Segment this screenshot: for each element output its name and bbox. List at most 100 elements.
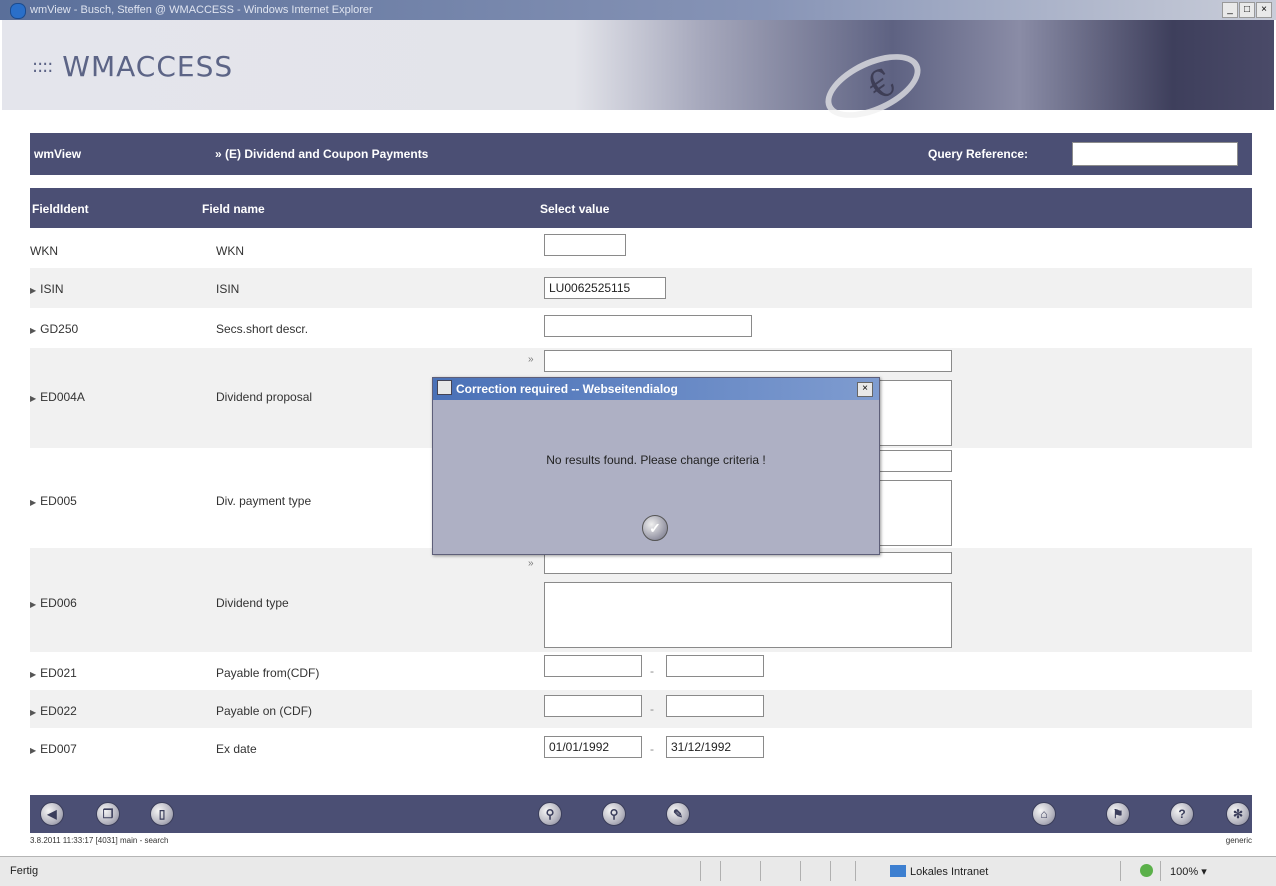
column-header-select-value: Select value <box>540 202 610 216</box>
dialog-titlebar: Correction required -- Webseitendialog <box>433 378 879 400</box>
isin-input[interactable]: LU0062525115 <box>544 277 666 299</box>
field-name: Payable on (CDF) <box>216 704 313 718</box>
column-header-field-name: Field name <box>202 202 265 216</box>
query-reference-label: Query Reference: <box>928 147 1029 161</box>
table-row: ▶ ED021 Payable from(CDF) - <box>30 652 1252 690</box>
zoom-level[interactable]: 100% ▾ <box>1170 865 1207 878</box>
field-name: Dividend proposal <box>216 390 313 404</box>
browser-status-bar: Fertig Lokales Intranet 100% ▾ <box>0 856 1276 886</box>
table-row: ▶ ED006 Dividend type » <box>30 548 1252 652</box>
dialog-close-button[interactable]: × <box>857 382 873 397</box>
app-name: wmView <box>34 147 82 161</box>
payable-from-start-input[interactable] <box>544 655 642 677</box>
table-row: ▶ ISIN ISIN LU0062525115 <box>30 268 1252 308</box>
table-row: ▶ GD250 Secs.short descr. <box>30 308 1252 348</box>
field-name: Div. payment type <box>216 494 312 508</box>
copy-icon[interactable]: ❐ <box>96 802 120 826</box>
logo-text: WMACCESS <box>62 50 234 83</box>
field-ident: ▶ ED006 <box>30 596 77 610</box>
field-name: Payable from(CDF) <box>216 666 320 680</box>
app-status-right: generic <box>1225 836 1252 845</box>
expand-arrow-icon[interactable]: ▶ <box>30 394 36 403</box>
dividend-proposal-input[interactable] <box>544 350 952 372</box>
logo: :::: WMACCESS <box>32 50 233 83</box>
field-ident: ▶ GD250 <box>30 322 79 336</box>
help-icon[interactable]: ? <box>1170 802 1194 826</box>
home-icon[interactable]: ⌂ <box>1032 802 1056 826</box>
window-title: wmView - Busch, Steffen @ WMACCESS - Win… <box>30 4 373 16</box>
short-description-input[interactable] <box>544 315 752 337</box>
ok-button[interactable]: ✓ <box>642 515 668 541</box>
status-divider <box>720 861 721 881</box>
field-ident: ▶ ED021 <box>30 666 77 680</box>
expand-arrow-icon[interactable]: ▶ <box>30 670 36 679</box>
browser-status-text: Fertig <box>10 865 39 877</box>
field-ident: ▶ ED022 <box>30 704 77 718</box>
zoom-icon[interactable]: ⚲ <box>602 802 626 826</box>
minimize-button[interactable]: _ <box>1222 2 1238 18</box>
back-icon[interactable]: ◀ <box>40 802 64 826</box>
table-header: FieldIdent Field name Select value <box>30 188 1252 228</box>
field-ident: ▶ ISIN <box>30 282 64 296</box>
dialog-message: No results found. Please change criteria… <box>546 453 766 467</box>
column-header-fieldident: FieldIdent <box>32 202 89 216</box>
app-status-line: 3.8.2011 11:33:17 [4031] main - search g… <box>30 836 1252 848</box>
field-ident: ▶ ED004A <box>30 390 85 404</box>
expand-arrow-icon[interactable]: ▶ <box>30 326 36 335</box>
query-reference-input[interactable] <box>1072 142 1238 166</box>
payable-on-start-input[interactable] <box>544 695 642 717</box>
table-row: ▶ ED022 Payable on (CDF) - <box>30 690 1252 728</box>
expand-arrow-icon[interactable]: ▶ <box>30 600 36 609</box>
window-controls: _ □ × <box>1222 2 1272 18</box>
banner: :::: WMACCESS € <box>2 20 1274 132</box>
range-separator: - <box>650 742 654 756</box>
chevron-down-icon[interactable]: ▾ <box>1201 866 1207 878</box>
bottom-toolbar: ◀ ❐ ▯ ⚲ ⚲ ✎ ⌂ ⚑ ? ✻ <box>30 795 1252 833</box>
settings-icon[interactable]: ✻ <box>1226 802 1250 826</box>
dialog-title: Correction required -- Webseitendialog <box>456 382 678 396</box>
payable-on-end-input[interactable] <box>666 695 764 717</box>
search-icon[interactable]: ⚲ <box>538 802 562 826</box>
expand-arrow-icon[interactable]: ▶ <box>30 286 36 295</box>
maximize-button[interactable]: □ <box>1239 2 1255 18</box>
payable-from-end-input[interactable] <box>666 655 764 677</box>
app-status-text: 3.8.2011 11:33:17 [4031] main - search <box>30 836 169 845</box>
status-divider <box>1160 861 1161 881</box>
logo-dots: :::: <box>32 56 53 77</box>
dividend-type-input[interactable] <box>544 552 952 574</box>
field-name: Ex date <box>216 742 257 756</box>
close-window-button[interactable]: × <box>1256 2 1272 18</box>
ex-date-end-input[interactable]: 31/12/1992 <box>666 736 764 758</box>
status-divider <box>855 861 856 881</box>
ie-icon <box>10 3 26 19</box>
dividend-type-list[interactable] <box>544 582 952 648</box>
field-ident: ▶ ED007 <box>30 742 77 756</box>
page-header: wmView » (E) Dividend and Coupon Payment… <box>30 133 1252 175</box>
expand-arrow-icon[interactable]: ▶ <box>30 746 36 755</box>
field-name: WKN <box>216 244 244 258</box>
intranet-icon <box>890 865 906 877</box>
list-marker-icon: » <box>528 558 534 569</box>
wkn-input[interactable] <box>544 234 626 256</box>
status-divider <box>830 861 831 881</box>
field-name: Secs.short descr. <box>216 322 309 336</box>
field-name: ISIN <box>216 282 240 296</box>
status-divider <box>800 861 801 881</box>
flag-icon[interactable]: ⚑ <box>1106 802 1130 826</box>
table-row: ▶ ED007 Ex date 01/01/1992 - 31/12/1992 <box>30 728 1252 768</box>
expand-arrow-icon[interactable]: ▶ <box>30 708 36 717</box>
security-zone: Lokales Intranet <box>890 865 988 878</box>
field-name: Dividend type <box>216 596 289 610</box>
dialog-icon <box>437 380 452 395</box>
edit-icon[interactable]: ✎ <box>666 802 690 826</box>
status-divider <box>1120 861 1121 881</box>
ex-date-start-input[interactable]: 01/01/1992 <box>544 736 642 758</box>
table-row: WKN WKN <box>30 230 1252 268</box>
breadcrumb: » (E) Dividend and Coupon Payments <box>215 147 429 161</box>
range-separator: - <box>650 664 654 678</box>
expand-arrow-icon[interactable]: ▶ <box>30 498 36 507</box>
correction-dialog: Correction required -- Webseitendialog ×… <box>432 377 880 555</box>
list-marker-icon: » <box>528 354 534 365</box>
status-divider <box>700 861 701 881</box>
document-icon[interactable]: ▯ <box>150 802 174 826</box>
